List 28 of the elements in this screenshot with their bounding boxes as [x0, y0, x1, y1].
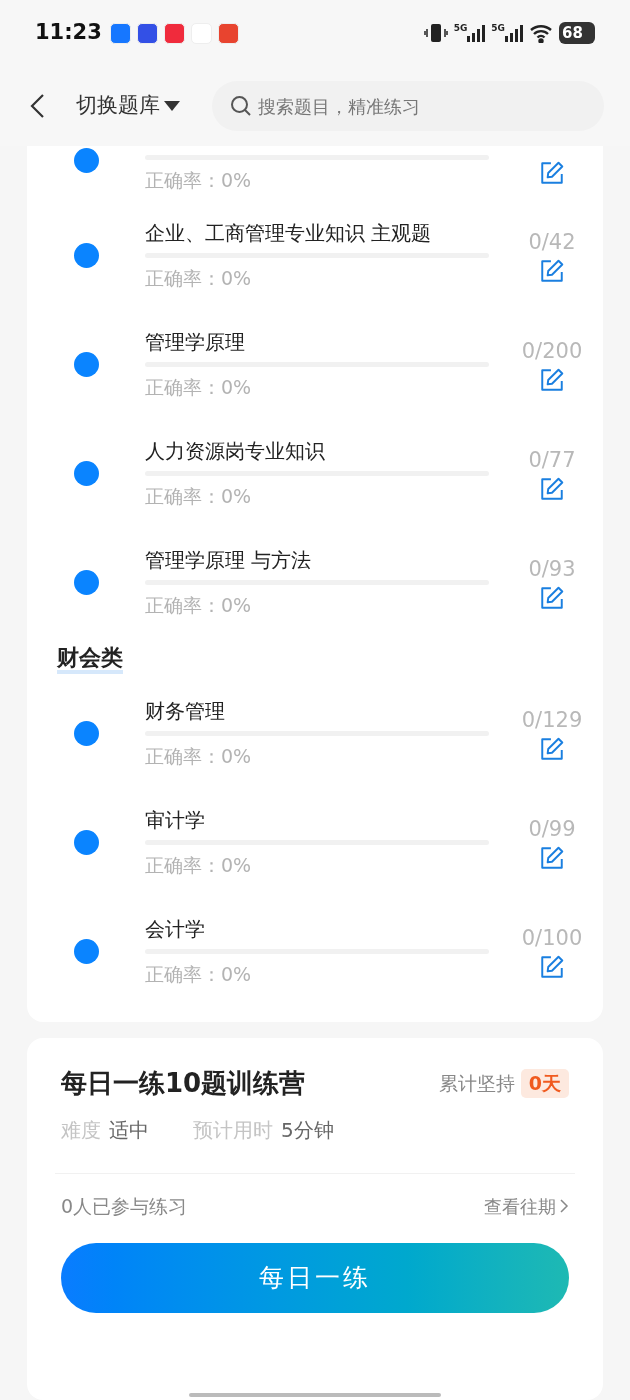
accuracy-text: 正确率：0% [145, 168, 253, 193]
accuracy-text: 正确率：0% [145, 484, 253, 509]
question-count: 0/93 [528, 555, 576, 583]
network-type: 5G [491, 24, 505, 33]
accuracy-text: 正确率：0% [145, 593, 253, 618]
participants-text: 0人已参与练习 [61, 1194, 188, 1219]
question-count: 0/99 [528, 815, 576, 843]
network-type: 5G [453, 24, 468, 33]
accuracy-text: 正确率：0% [145, 962, 253, 987]
streak-days: 0天 [520, 1069, 569, 1098]
time-label: 预计用时 [193, 1117, 273, 1144]
category-heading: 财会类 [57, 645, 123, 674]
camp-title: 每日一练10题训练营 [61, 1067, 306, 1100]
accuracy-text: 正确率：0% [145, 853, 253, 878]
question-count: 0/77 [528, 446, 576, 474]
accuracy-text: 正确率：0% [145, 744, 253, 769]
question-count: 0/42 [528, 228, 576, 256]
streak-label: 累计坚持 [438, 1071, 515, 1097]
difficulty-label: 难度 [61, 1117, 101, 1144]
difficulty-value: 适中 [109, 1117, 149, 1144]
accuracy-text: 正确率：0% [145, 375, 253, 400]
time-value: 5分钟 [281, 1117, 334, 1144]
question-count: 0/200 [521, 337, 583, 365]
question-count: 0/100 [521, 924, 583, 952]
status-time: 11:23 [35, 19, 102, 47]
question-count: 0/129 [521, 706, 583, 734]
battery-level: 68 [562, 25, 583, 41]
accuracy-text: 正确率：0% [145, 266, 253, 291]
